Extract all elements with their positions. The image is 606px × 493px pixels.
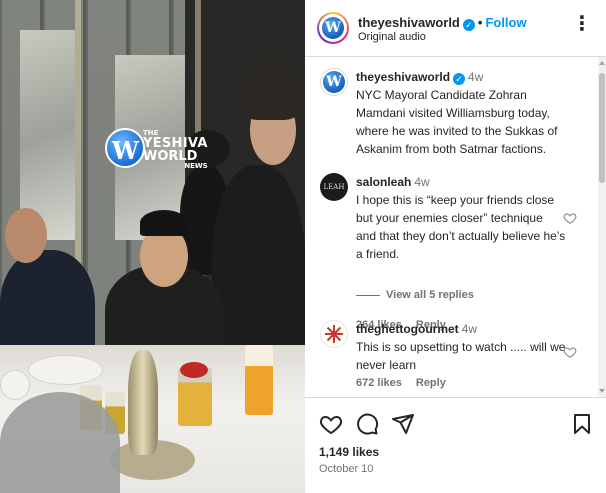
standing-man-body <box>212 165 305 375</box>
light-strip <box>75 0 81 300</box>
caption-username[interactable]: theyeshivaworld <box>356 70 450 84</box>
scroll-up-arrow-icon[interactable] <box>599 61 605 65</box>
more-options-icon[interactable]: ⋮ <box>572 14 592 34</box>
follow-button[interactable]: Follow <box>485 15 526 30</box>
comments-section: W theyeshivaworld ✓ 4w NYC Mayoral Candida… <box>305 57 606 397</box>
fur-hat <box>238 60 304 120</box>
comment-likes[interactable]: 672 likes <box>356 377 402 389</box>
post-header: W theyeshivaworld ✓ • Follow Original audio… <box>305 0 606 57</box>
watermark-logo-icon: W <box>105 128 145 168</box>
profile-avatar[interactable]: W <box>317 12 349 44</box>
seated-man-left-head <box>5 208 47 263</box>
caption-text: NYC Mayoral Candidate Zohran Mamdani vis… <box>356 88 558 156</box>
comment-avatar[interactable] <box>320 320 348 348</box>
yw-logo-icon: W <box>322 17 344 39</box>
audio-link[interactable]: Original audio <box>358 31 426 43</box>
view-replies-label: View all 5 replies <box>386 289 474 301</box>
reply-button[interactable]: Reply <box>416 377 446 389</box>
scrollbar-thumb[interactable] <box>599 73 605 183</box>
save-bookmark-icon[interactable] <box>570 412 594 436</box>
caption-avatar[interactable]: W <box>320 68 348 96</box>
comment-text: This is so upsetting to watch ..... will… <box>356 340 566 372</box>
yw-logo-icon: W <box>323 71 345 93</box>
plate <box>28 355 103 385</box>
comment-avatar[interactable]: LEAH <box>320 173 348 201</box>
seated-man-center-hat <box>140 210 188 236</box>
verified-badge-icon: ✓ <box>453 73 466 85</box>
juice-glass <box>245 345 273 415</box>
starburst-avatar-icon <box>325 325 343 343</box>
comment-username[interactable]: theghettogourmet <box>356 322 459 336</box>
avatar-text: LEAH <box>323 183 345 191</box>
like-heart-icon[interactable] <box>319 412 343 436</box>
separator-dot: • <box>477 15 483 30</box>
header-username[interactable]: theyeshivaworld <box>358 15 460 30</box>
plate <box>0 370 30 400</box>
yeshiva-world-watermark: W THE YESHIVA WORLD NEWS <box>105 128 208 170</box>
watermark-line: NEWS <box>184 162 208 170</box>
post-actions: 1,149 likes October 10 <box>305 397 606 493</box>
red-bowl <box>180 362 208 378</box>
verified-badge-icon: ✓ <box>462 19 475 31</box>
caption-time: 4w <box>468 70 484 84</box>
comment-text: I hope this is “keep your friends close … <box>356 193 566 261</box>
like-comment-heart-icon[interactable] <box>563 345 577 359</box>
replies-divider <box>356 294 380 296</box>
share-paper-plane-icon[interactable] <box>391 412 415 436</box>
comment-username[interactable]: salonleah <box>356 175 411 189</box>
comment-time: 4w <box>414 175 430 189</box>
view-replies-button[interactable]: View all 5 replies <box>356 289 474 301</box>
post-date: October 10 <box>319 463 374 475</box>
post-video[interactable]: W THE YESHIVA WORLD NEWS <box>0 0 305 493</box>
post-panel: W theyeshivaworld ✓ • Follow Original audio… <box>305 0 606 493</box>
post-likes-count[interactable]: 1,149 likes <box>319 445 379 459</box>
comment-bubble-icon[interactable] <box>355 412 379 436</box>
like-comment-heart-icon[interactable] <box>563 211 577 225</box>
comment-time: 4w <box>461 322 477 336</box>
foreground-head <box>0 392 120 493</box>
silver-decanter <box>128 350 158 455</box>
comments-scrollbar[interactable] <box>598 57 606 397</box>
scroll-down-arrow-icon[interactable] <box>599 389 605 393</box>
